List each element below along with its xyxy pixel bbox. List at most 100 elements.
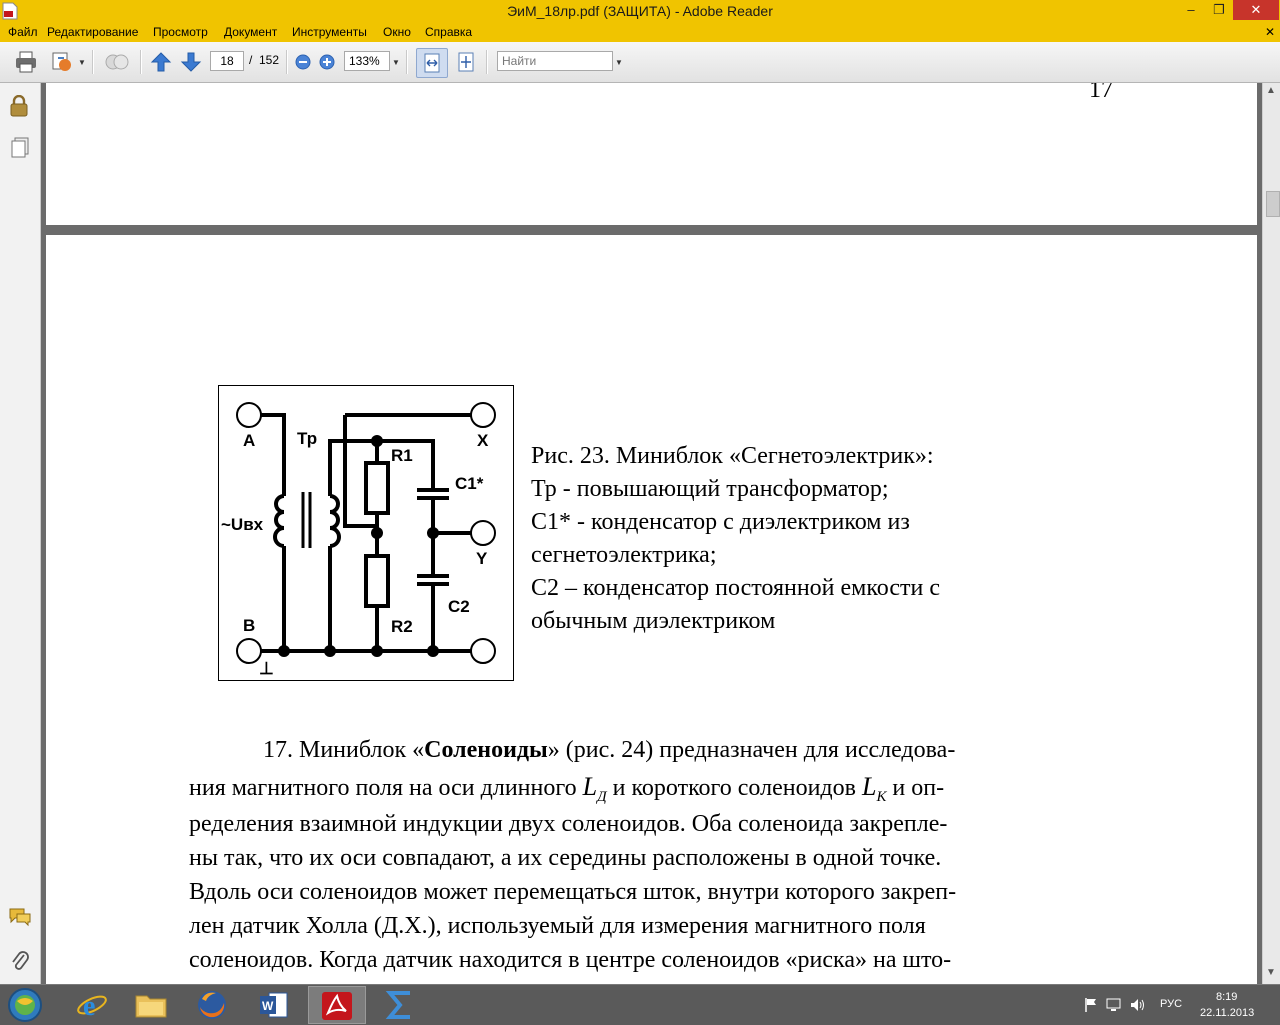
folder-icon (135, 995, 167, 1018)
caption-line: Рис. 23. Миниблок «Сегнетоэлектрик»: (531, 443, 934, 469)
zoom-level-select[interactable]: 133% (344, 51, 390, 71)
pages-icon[interactable] (10, 137, 30, 159)
minimize-button[interactable]: – (1177, 0, 1205, 20)
firefox-icon (198, 991, 226, 1019)
scroll-up-icon[interactable]: ▲ (1266, 85, 1276, 96)
ie-app[interactable]: e (62, 986, 120, 1024)
label-terminal-x: X (477, 431, 489, 450)
menu-tools[interactable]: Инструменты (292, 25, 367, 39)
caption-line: обычным диэлектриком (531, 608, 776, 634)
menu-view[interactable]: Просмотр (153, 25, 208, 39)
paragraph-line: лен датчик Холла (Д.Х.), используемый дл… (189, 913, 926, 939)
vertical-scrollbar[interactable]: ▲ ▼ (1262, 83, 1280, 984)
scrollbar-thumb[interactable] (1266, 191, 1280, 217)
label-terminal-b: B (243, 616, 255, 635)
label-terminal-a: A (243, 431, 255, 450)
symbol-l-short: LК (861, 772, 886, 805)
caption-line: С2 – конденсатор постоянной емкости с (531, 575, 941, 601)
paragraph-line: ределения взаимной индукции двух соленои… (189, 811, 948, 837)
language-indicator[interactable]: РУС (1160, 998, 1182, 1010)
lock-icon[interactable] (9, 95, 29, 117)
close-button[interactable]: ✕ (1233, 0, 1279, 20)
prev-page-icon[interactable] (150, 51, 172, 73)
toolbar-separator (406, 50, 408, 74)
explorer-app[interactable] (122, 986, 180, 1024)
math-symbol: L (861, 772, 877, 801)
paragraph-line: соленоидов. Когда датчик находится в цен… (189, 947, 952, 973)
caption-line: С1* - конденсатор с диэлектриком из (531, 509, 910, 535)
word-app[interactable]: W (245, 986, 303, 1024)
zoom-out-icon[interactable] (295, 54, 311, 70)
label-terminal-y: Y (476, 549, 488, 568)
zoom-in-icon[interactable] (319, 54, 335, 70)
pdf-page-current: A Тр X R1 C1* ~Uвх Y C2 B R2 ⊥ Рис. 23. … (46, 235, 1257, 984)
fit-width-button[interactable] (416, 48, 448, 78)
scroll-down-icon[interactable]: ▼ (1266, 967, 1276, 978)
maximize-button[interactable]: ❐ (1205, 0, 1233, 20)
network-icon[interactable] (104, 50, 130, 74)
page-number-input[interactable]: 18 (210, 51, 244, 71)
menu-file[interactable]: Файл (8, 25, 38, 39)
taskbar: e W РУС 8:19 22.11.2013 (0, 984, 1280, 1025)
pdf-page-previous: 17 (46, 83, 1257, 225)
total-pages: 152 (259, 53, 280, 67)
zoom-dropdown-icon[interactable]: ▼ (392, 58, 400, 67)
page-number-label: 17 (1089, 83, 1113, 103)
firefox-app[interactable] (183, 986, 241, 1024)
left-navigation-panel (0, 83, 41, 984)
fit-width-icon (424, 53, 440, 73)
label-r1: R1 (391, 446, 413, 465)
circuit-figure: A Тр X R1 C1* ~Uвх Y C2 B R2 ⊥ (218, 385, 514, 681)
text-run: ния магнитного поля на оси длинного (189, 775, 583, 801)
flag-icon[interactable] (1084, 997, 1098, 1013)
text-run: » (рис. 24) предназначен для исследова- (547, 737, 956, 763)
close-document-button[interactable]: ✕ (1265, 25, 1275, 39)
menu-window[interactable]: Окно (383, 25, 411, 39)
math-symbol: L (582, 772, 598, 801)
comments-icon[interactable] (8, 907, 32, 927)
text-run: 17. Миниблок « (263, 737, 425, 763)
printer-icon[interactable] (14, 50, 38, 74)
toolbar-separator (286, 50, 288, 74)
text-run: и короткого соленоидов (606, 775, 862, 801)
label-c1: C1* (455, 474, 484, 493)
caption-line: Тр - повышающий трансформатор; (531, 476, 889, 502)
scan-dropdown-icon[interactable]: ▼ (78, 58, 86, 67)
network-status-icon[interactable] (1106, 997, 1122, 1013)
adobe-reader-icon (322, 992, 352, 1020)
toolbar-separator (92, 50, 94, 74)
clock-date[interactable]: 22.11.2013 (1200, 1007, 1254, 1019)
paragraph-line: ны так, что их оси совпадают, а их серед… (189, 845, 942, 871)
body-paragraph: 17. Миниблок «Соленоиды» (рис. 24) предн… (189, 733, 1119, 977)
paragraph-line: ния магнитного поля на оси длинного LД и… (189, 767, 1119, 807)
figure-caption: Рис. 23. Миниблок «Сегнетоэлектрик»: Тр … (531, 440, 1091, 638)
circuit-diagram: A Тр X R1 C1* ~Uвх Y C2 B R2 ⊥ (221, 402, 496, 678)
word-icon: W (260, 992, 288, 1018)
toolbar-separator (140, 50, 142, 74)
text-run: и оп- (886, 775, 945, 801)
sigma-icon (385, 991, 410, 1019)
volume-icon[interactable] (1130, 997, 1146, 1013)
menu-edit[interactable]: Редактирование (47, 25, 138, 39)
math-subscript: К (876, 789, 887, 806)
adobe-reader-app[interactable] (308, 986, 366, 1024)
label-r2: R2 (391, 617, 413, 636)
next-page-icon[interactable] (180, 51, 202, 73)
scan-icon[interactable] (50, 50, 74, 74)
paragraph-line: 17. Миниблок «Соленоиды» (рис. 24) предн… (189, 733, 1119, 767)
svg-text:e: e (83, 991, 95, 1021)
search-input[interactable]: Найти (497, 51, 613, 71)
fit-page-icon[interactable] (456, 52, 476, 72)
caption-line: сегнетоэлектрика; (531, 542, 717, 568)
menu-help[interactable]: Справка (425, 25, 472, 39)
mathcad-app[interactable] (371, 986, 429, 1024)
window-title: ЭиМ_18лр.pdf (ЗАЩИТА) - Adobe Reader (507, 3, 773, 19)
label-transformer: Тр (297, 429, 317, 448)
document-view[interactable]: 17 A Тр X R1 C1* ~Uвх Y C2 B R2 ⊥ Рис. 2… (41, 83, 1262, 984)
clock-time[interactable]: 8:19 (1216, 991, 1237, 1003)
start-button[interactable] (6, 987, 44, 1023)
symbol-l-long: LД (582, 772, 607, 805)
menu-document[interactable]: Документ (224, 25, 277, 39)
attachments-icon[interactable] (10, 949, 30, 973)
search-dropdown-icon[interactable]: ▼ (615, 58, 623, 67)
